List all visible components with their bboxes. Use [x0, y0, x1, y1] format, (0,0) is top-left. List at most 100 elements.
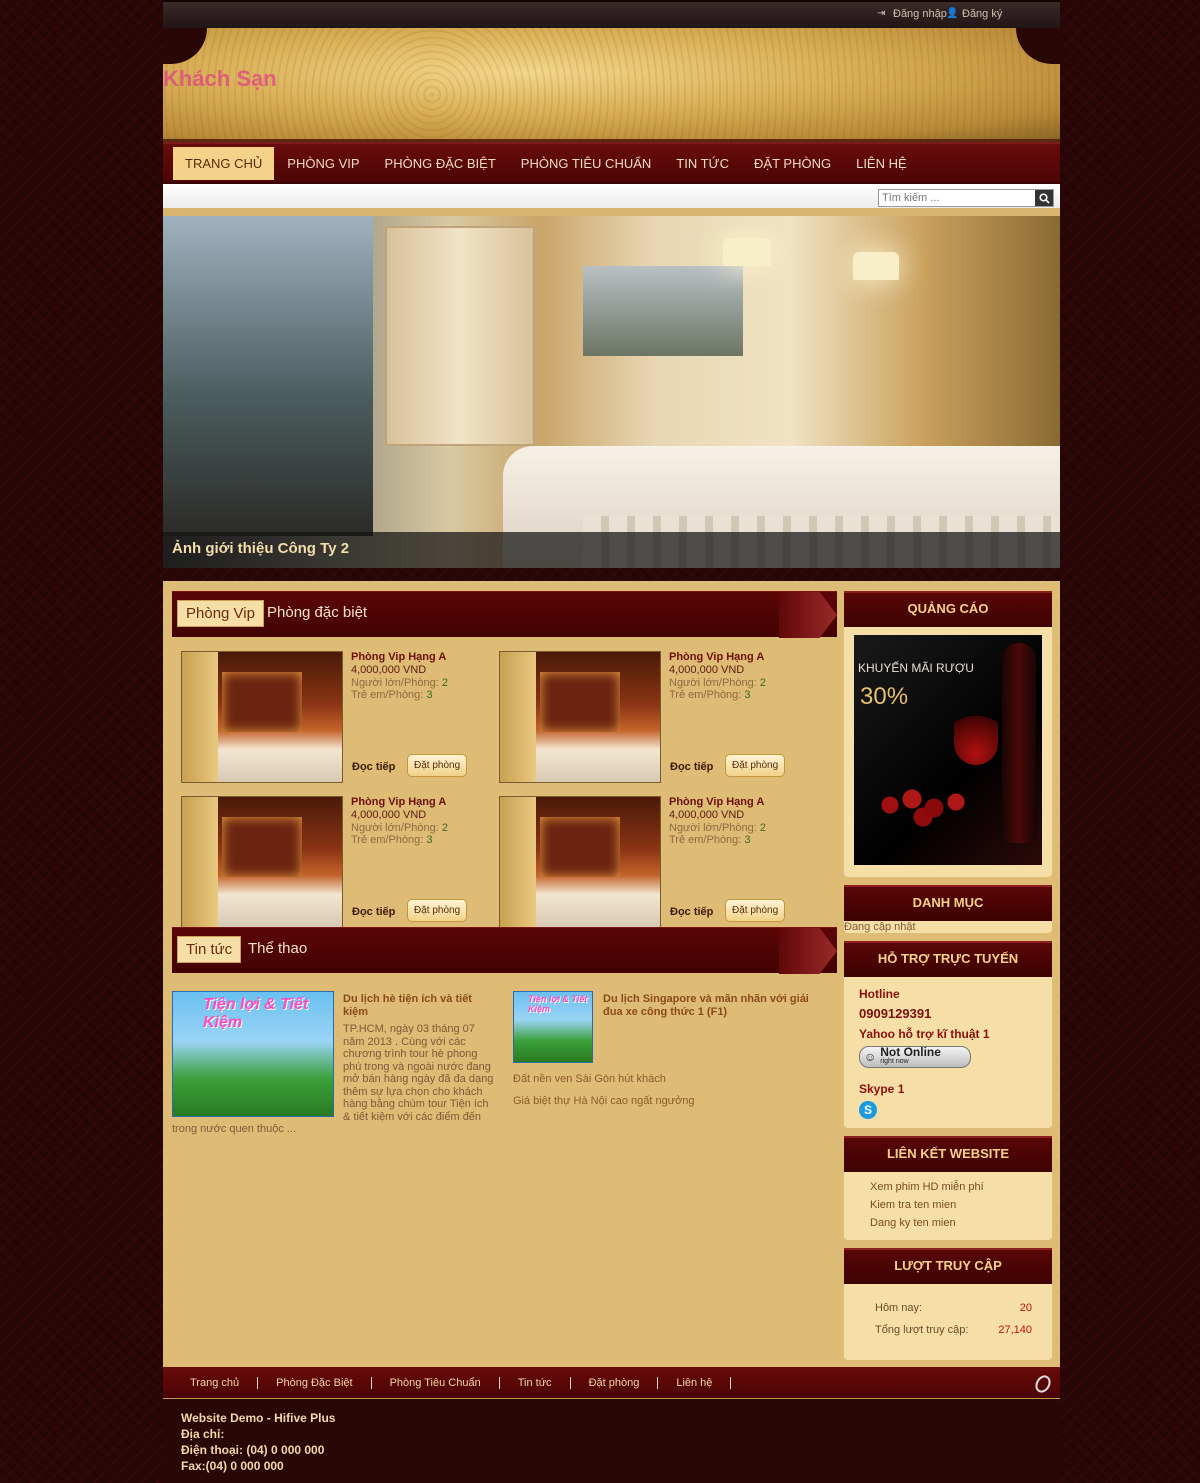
yahoo-status-button[interactable]: ☺ Not Online right now — [859, 1046, 971, 1068]
nav-item-vip[interactable]: PHÒNG VIP — [275, 147, 371, 180]
nav-item-booking[interactable]: ĐẶT PHÒNG — [742, 147, 843, 180]
visit-stats: Hôm nay: 20 Tổng lượt truy cập: 27,140 — [844, 1284, 1052, 1362]
book-room-button[interactable]: Đặt phòng — [407, 754, 468, 777]
search-icon — [1038, 192, 1050, 204]
tab-vip-rooms[interactable]: Phòng Vip — [177, 600, 264, 627]
read-more-link[interactable]: Đọc tiếp — [670, 906, 713, 918]
nav-item-standard[interactable]: PHÒNG TIÊU CHUẨN — [509, 147, 664, 180]
footer-link-contact[interactable]: Liên hệ — [658, 1376, 732, 1389]
footer-address: Địa chỉ: — [181, 1427, 225, 1441]
weblink-item[interactable]: Dang ky ten mien — [870, 1217, 1052, 1229]
register-label: Đăng ký — [962, 8, 1003, 20]
footer-link-standard[interactable]: Phòng Tiêu Chuẩn — [372, 1376, 500, 1389]
read-more-link[interactable]: Đọc tiếp — [352, 761, 395, 773]
wine-bottle-image — [1002, 643, 1036, 843]
book-room-button[interactable]: Đặt phòng — [725, 754, 786, 777]
search-input[interactable] — [879, 190, 1035, 206]
footer-nav: Trang chủ Phòng Đặc Biệt Phòng Tiêu Chuẩ… — [163, 1367, 1060, 1399]
footer-site: Website Demo - Hifive Plus — [181, 1411, 336, 1425]
room-name[interactable]: Phòng Vip Hạng A — [669, 651, 764, 663]
room-card: Phòng Vip Hạng A 4,000,000 VND Người lớn… — [181, 651, 481, 785]
room-children: Trẻ em/Phòng: 3 — [669, 834, 751, 846]
weblink-item[interactable]: Xem phim HD miễn phí — [870, 1181, 1052, 1193]
register-link[interactable]: 👤 Đăng ký — [946, 8, 1002, 20]
support-box: HỖ TRỢ TRỰC TUYẾN Hotline 0909129391 Yah… — [844, 941, 1052, 1128]
slide-door-image — [385, 226, 535, 446]
news-title[interactable]: Du lịch Singapore và mãn nhãn với giải đ… — [603, 993, 828, 1019]
tabbar-arrow — [779, 928, 837, 974]
login-label: Đăng nhập — [893, 8, 947, 20]
main-nav: TRANG CHỦ PHÒNG VIP PHÒNG ĐẶC BIỆT PHÒNG… — [163, 142, 1060, 184]
rooms-tabbar: Phòng Vip Phòng đặc biệt — [172, 591, 837, 638]
stats-title: LƯỢT TRUY CẬP — [844, 1248, 1052, 1284]
tab-special-rooms[interactable]: Phòng đặc biệt — [259, 600, 375, 625]
room-adults: Người lớn/Phòng: 2 — [669, 677, 767, 689]
grapes-image — [868, 775, 978, 835]
nav-item-contact[interactable]: LIÊN HỆ — [844, 147, 919, 180]
footer-link-news[interactable]: Tin tức — [500, 1376, 571, 1389]
slide-lamp2-image — [853, 252, 899, 280]
footer-link-home[interactable]: Trang chủ — [172, 1376, 259, 1389]
news-link[interactable]: Giá biệt thự Hà Nội cao ngất ngưởng — [513, 1095, 695, 1107]
weblink-item[interactable]: Kiem tra ten mien — [870, 1199, 1052, 1211]
room-price: 4,000,000 VND — [669, 664, 745, 676]
footer-link-booking[interactable]: Đặt phòng — [571, 1376, 659, 1389]
hotline-label: Hotline — [859, 987, 900, 1001]
slider-caption: Ảnh giới thiệu Công Ty 2 — [163, 532, 1060, 568]
site-name[interactable]: Khách Sạn — [163, 66, 277, 92]
news-image[interactable]: Tiện lợi & Tiết Kiệm — [172, 991, 334, 1117]
main-column: Phòng Vip Phòng đặc biệt Phòng Vip Hạng … — [172, 591, 837, 1213]
links-title: LIÊN KẾT WEBSITE — [844, 1136, 1052, 1172]
category-box: DANH MỤC Đang cập nhật — [844, 885, 1052, 933]
content-area: Phòng Vip Phòng đặc biệt Phòng Vip Hạng … — [163, 581, 1060, 1367]
room-children: Trẻ em/Phòng: 3 — [351, 689, 433, 701]
room-thumbnail[interactable] — [181, 651, 343, 783]
room-adults: Người lớn/Phòng: 2 — [351, 822, 449, 834]
nav-item-special[interactable]: PHÒNG ĐẶC BIỆT — [373, 147, 508, 180]
room-adults: Người lớn/Phòng: 2 — [351, 677, 449, 689]
ads-title: QUẢNG CÁO — [844, 591, 1052, 627]
room-thumbnail[interactable] — [181, 796, 343, 928]
sidebar: QUẢNG CÁO KHUYẾN MÃI RƯỢU 30% DANH MỤC Đ… — [844, 591, 1052, 1368]
read-more-link[interactable]: Đọc tiếp — [352, 906, 395, 918]
wine-ad-banner[interactable]: KHUYẾN MÃI RƯỢU 30% — [854, 635, 1042, 865]
room-price: 4,000,000 VND — [351, 809, 427, 821]
yahoo-label: Yahoo hỗ trợ kĩ thuật 1 — [859, 1027, 990, 1041]
banner-corner-right — [1016, 28, 1060, 64]
ad-percent: 30% — [860, 683, 909, 710]
wine-glass-image — [954, 705, 998, 765]
read-more-link[interactable]: Đọc tiếp — [670, 761, 713, 773]
nav-item-home[interactable]: TRANG CHỦ — [173, 146, 275, 180]
news-title[interactable]: Du lịch hè tiện ích và tiết kiệm — [343, 993, 493, 1019]
ads-box: QUẢNG CÁO KHUYẾN MÃI RƯỢU 30% — [844, 591, 1052, 877]
slide-lamp-image — [723, 238, 771, 266]
room-children: Trẻ em/Phòng: 3 — [351, 834, 433, 846]
footer-link-special[interactable]: Phòng Đặc Biệt — [258, 1376, 372, 1389]
stat-today: Hôm nay: 20 — [875, 1302, 1032, 1314]
login-link[interactable]: ⇥ Đăng nhập — [877, 8, 947, 20]
room-name[interactable]: Phòng Vip Hạng A — [351, 796, 446, 808]
login-icon: ⇥ — [877, 8, 886, 19]
room-thumbnail[interactable] — [499, 796, 661, 928]
room-name[interactable]: Phòng Vip Hạng A — [669, 796, 764, 808]
room-card: Phòng Vip Hạng A 4,000,000 VND Người lớn… — [181, 796, 481, 930]
banner-corner-left — [163, 28, 207, 64]
nav-item-news[interactable]: TIN TỨC — [664, 147, 741, 180]
tab-sports[interactable]: Thể thao — [240, 936, 315, 961]
news-image[interactable]: Tiện lợi & Tiết Kiệm — [513, 991, 593, 1063]
book-room-button[interactable]: Đặt phòng — [725, 899, 786, 922]
slide-window-image — [163, 216, 373, 536]
room-thumbnail[interactable] — [499, 651, 661, 783]
news-link[interactable]: Đất nền ven Sài Gòn hút khách — [513, 1073, 666, 1085]
book-room-button[interactable]: Đặt phòng — [407, 899, 468, 922]
support-title: HỖ TRỢ TRỰC TUYẾN — [844, 941, 1052, 977]
room-name[interactable]: Phòng Vip Hạng A — [351, 651, 446, 663]
search-button[interactable] — [1035, 190, 1053, 206]
support-content: Hotline 0909129391 Yahoo hỗ trợ kĩ thuật… — [844, 977, 1052, 1127]
category-status: Đang cập nhật — [844, 921, 916, 933]
skype-icon[interactable]: S — [859, 1101, 877, 1119]
tab-news[interactable]: Tin tức — [177, 936, 242, 963]
hero-slider[interactable]: Ảnh giới thiệu Công Ty 2 — [163, 216, 1060, 568]
stat-total: Tổng lượt truy cập: 27,140 — [875, 1324, 1032, 1336]
tabbar-arrow — [779, 592, 837, 638]
